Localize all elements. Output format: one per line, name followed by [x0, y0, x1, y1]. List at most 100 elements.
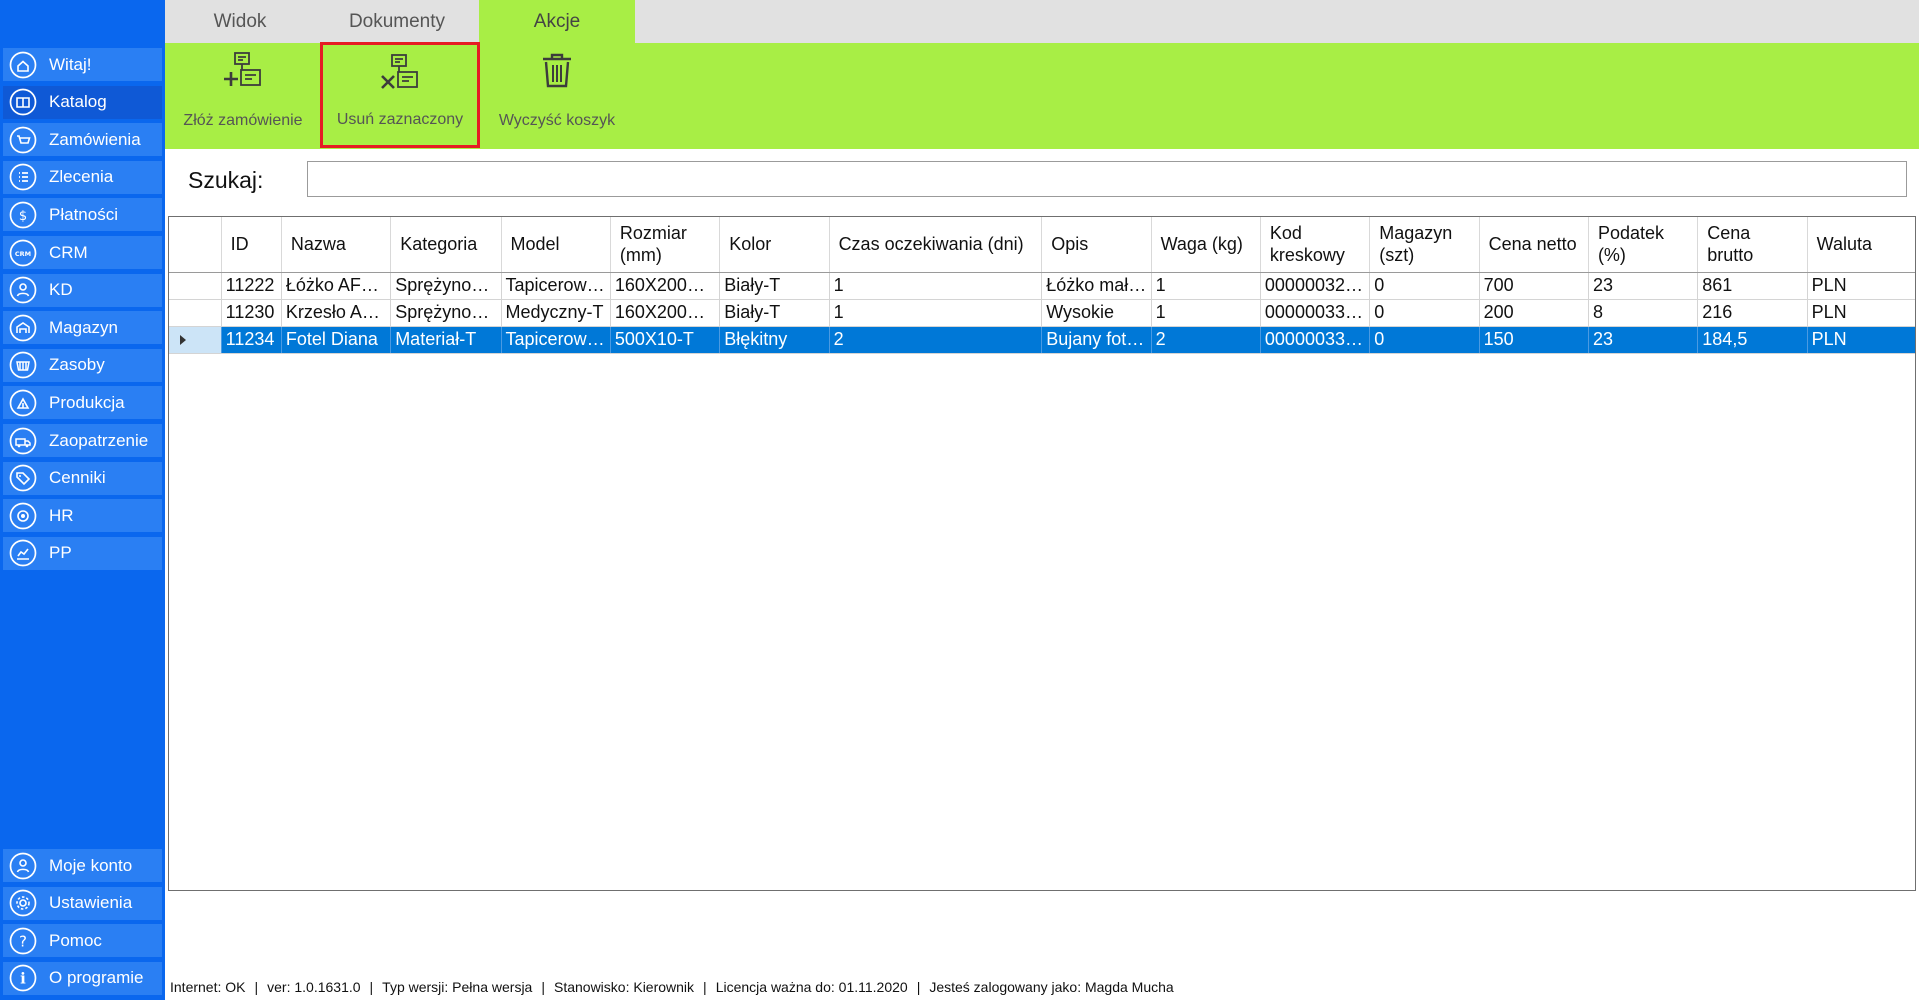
table-cell-kolor[interactable]: Błękitny	[719, 326, 830, 354]
status-item: Stanowisko: Kierownik	[553, 979, 695, 995]
column-header-cena-brutto[interactable]: Cena brutto	[1697, 217, 1808, 273]
table-cell-rozmiar-mm[interactable]: 160X200X…	[610, 299, 721, 327]
sidebar-item-zaopatrzenie[interactable]: Zaopatrzenie	[3, 424, 162, 457]
column-header-id[interactable]: ID	[221, 217, 282, 273]
table-cell-opis[interactable]: Wysokie	[1041, 299, 1152, 327]
table-cell-magazyn-szt[interactable]: 0	[1369, 299, 1480, 327]
table-cell-nazwa[interactable]: Fotel Diana	[281, 326, 392, 354]
column-header-waga-kg[interactable]: Waga (kg)	[1151, 217, 1261, 273]
table-cell-kategoria[interactable]: Sprężyno…	[390, 272, 502, 300]
sidebar-item-zamowienia[interactable]: Zamówienia	[3, 123, 162, 157]
clear-cart-button[interactable]: Wyczyść koszyk	[479, 43, 635, 149]
table-row[interactable]: 11234 Fotel Diana Materiał-T Tapicerow… 500X…	[169, 326, 1915, 354]
column-header-nazwa[interactable]: Nazwa	[281, 217, 392, 273]
sidebar-item-produkcja[interactable]: Produkcja	[3, 386, 162, 420]
table-cell-waluta[interactable]: PLN	[1807, 326, 1915, 354]
table-cell-waluta[interactable]: PLN	[1807, 299, 1915, 327]
table-cell-waluta[interactable]: PLN	[1807, 272, 1915, 300]
sidebar-item-ustawienia[interactable]: Ustawienia	[3, 886, 162, 920]
place-order-button[interactable]: Złóż zamówienie	[165, 43, 321, 149]
column-header-rozmiar-mm[interactable]: Rozmiar (mm)	[610, 217, 721, 273]
table-cell-magazyn-szt[interactable]: 0	[1369, 326, 1480, 354]
sidebar-item-moje-konto[interactable]: Moje konto	[3, 849, 162, 882]
table-cell-podatek[interactable]: 8	[1588, 299, 1699, 327]
column-header-kolor[interactable]: Kolor	[719, 217, 830, 273]
table-cell-model[interactable]: Tapicerow…	[501, 272, 611, 300]
sidebar-item-witaj[interactable]: Witaj!	[3, 48, 162, 81]
table-cell-nazwa[interactable]: Krzesło A…	[281, 299, 392, 327]
sidebar-item-label: Witaj!	[49, 54, 92, 74]
cart-icon	[9, 126, 37, 154]
column-header-model[interactable]: Model	[501, 217, 611, 273]
list-icon	[9, 163, 37, 191]
tab-akcje[interactable]: Akcje	[479, 0, 635, 43]
row-header[interactable]	[169, 326, 222, 354]
sidebar-item-o-programie[interactable]: i O programie	[3, 961, 162, 995]
search-input[interactable]	[307, 161, 1907, 197]
tab-dokumenty[interactable]: Dokumenty	[315, 0, 479, 43]
table-cell-podatek[interactable]: 23	[1588, 326, 1699, 354]
sidebar-item-zlecenia[interactable]: Zlecenia	[3, 160, 162, 194]
table-cell-waga-kg[interactable]: 1	[1151, 299, 1261, 327]
sidebar-item-hr[interactable]: HR	[3, 499, 162, 533]
table-cell-cena-brutto[interactable]: 184,5	[1697, 326, 1808, 354]
table-cell-kod-kreskowy[interactable]: 00000033…	[1260, 299, 1371, 327]
column-header-czas-oczekiwania-dni[interactable]: Czas oczekiwania (dni)	[829, 217, 1043, 273]
status-separator: |	[369, 979, 374, 995]
row-header[interactable]	[169, 299, 222, 327]
table-cell-id[interactable]: 11230	[221, 299, 282, 327]
sidebar-item-kd[interactable]: KD	[3, 273, 162, 307]
column-header-cena-netto[interactable]: Cena netto	[1479, 217, 1589, 273]
table-cell-czas-oczekiwania-dni[interactable]: 2	[829, 326, 1043, 354]
remove-selected-button[interactable]: Usuń zaznaczony	[320, 42, 480, 148]
column-header-kod-kreskowy[interactable]: Kod kreskowy	[1260, 217, 1371, 273]
table-cell-id[interactable]: 11222	[221, 272, 282, 300]
svg-text:i: i	[20, 970, 26, 988]
sidebar-item-platnosci[interactable]: $ Płatności	[3, 198, 162, 232]
table-cell-id[interactable]: 11234	[221, 326, 282, 354]
sidebar-item-magazyn[interactable]: Magazyn	[3, 311, 162, 345]
column-header-kategoria[interactable]: Kategoria	[390, 217, 502, 273]
column-header-magazyn-szt[interactable]: Magazyn (szt)	[1369, 217, 1480, 273]
table-row[interactable]: 11222 Łóżko AF… Sprężyno… Tapicerow… 160X200…	[169, 272, 1915, 300]
sidebar-item-crm[interactable]: CRM CRM	[3, 236, 162, 269]
table-cell-kolor[interactable]: Biały-T	[719, 272, 830, 300]
sidebar: Witaj! Katalog Zamówienia Zlecenia $ Płatnośc…	[0, 0, 165, 1000]
table-cell-kolor[interactable]: Biały-T	[719, 299, 830, 327]
column-header-waluta[interactable]: Waluta	[1807, 217, 1915, 273]
table-cell-nazwa[interactable]: Łóżko AF…	[281, 272, 392, 300]
table-cell-kategoria[interactable]: Sprężyno…	[390, 299, 502, 327]
table-cell-cena-brutto[interactable]: 861	[1697, 272, 1808, 300]
table-cell-cena-brutto[interactable]: 216	[1697, 299, 1808, 327]
sidebar-item-zasoby[interactable]: Zasoby	[3, 348, 162, 382]
table-cell-cena-netto[interactable]: 150	[1479, 326, 1589, 354]
table-cell-cena-netto[interactable]: 200	[1479, 299, 1589, 327]
table-cell-magazyn-szt[interactable]: 0	[1369, 272, 1480, 300]
table-cell-kod-kreskowy[interactable]: 00000033…	[1260, 326, 1371, 354]
table-cell-opis[interactable]: Bujany fot…	[1041, 326, 1152, 354]
tab-widok[interactable]: Widok	[165, 0, 315, 43]
table-cell-rozmiar-mm[interactable]: 500X10-T	[610, 326, 721, 354]
table-row[interactable]: 11230 Krzesło A… Sprężyno… Medyczny-T 160X20…	[169, 299, 1915, 327]
sidebar-item-pp[interactable]: PP	[3, 536, 162, 570]
table-cell-waga-kg[interactable]: 2	[1151, 326, 1261, 354]
column-header-podatek[interactable]: Podatek (%)	[1588, 217, 1699, 273]
table-cell-waga-kg[interactable]: 1	[1151, 272, 1261, 300]
table-cell-kategoria[interactable]: Materiał-T	[390, 326, 502, 354]
table-cell-kod-kreskowy[interactable]: 00000032…	[1260, 272, 1371, 300]
table-cell-opis[interactable]: Łóżko mał…	[1041, 272, 1152, 300]
row-header[interactable]	[169, 272, 222, 300]
table-cell-rozmiar-mm[interactable]: 160X200X…	[610, 272, 721, 300]
table-cell-model[interactable]: Medyczny-T	[501, 299, 611, 327]
sidebar-item-cenniki[interactable]: Cenniki	[3, 461, 162, 495]
table-cell-model[interactable]: Tapicerow…	[501, 326, 611, 354]
sidebar-item-katalog[interactable]: Katalog	[3, 85, 162, 119]
table-cell-cena-netto[interactable]: 700	[1479, 272, 1589, 300]
table-cell-podatek[interactable]: 23	[1588, 272, 1699, 300]
status-item: Internet: OK	[170, 979, 246, 995]
column-header-opis[interactable]: Opis	[1041, 217, 1152, 273]
sidebar-item-pomoc[interactable]: ? Pomoc	[3, 924, 162, 958]
table-cell-czas-oczekiwania-dni[interactable]: 1	[829, 272, 1043, 300]
table-cell-czas-oczekiwania-dni[interactable]: 1	[829, 299, 1043, 327]
svg-text:?: ?	[19, 932, 27, 950]
